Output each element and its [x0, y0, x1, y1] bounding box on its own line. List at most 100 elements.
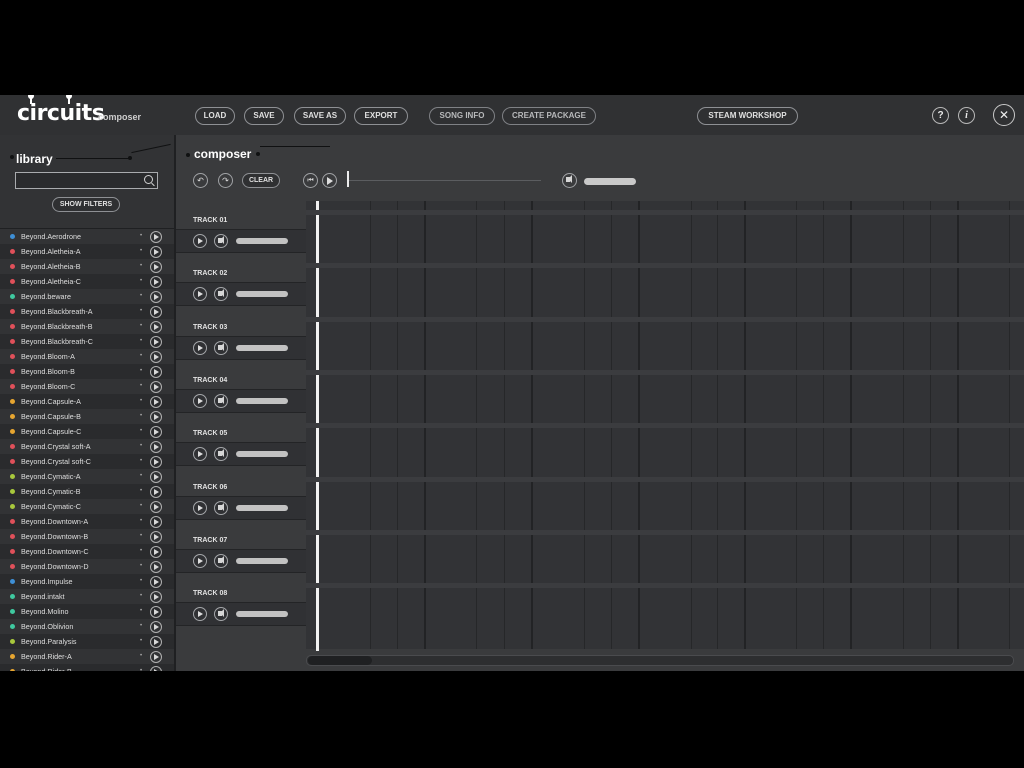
preview-play-icon[interactable] [150, 666, 162, 671]
add-to-track-icon[interactable]: • [140, 394, 142, 409]
save-button[interactable]: SAVE [244, 107, 284, 125]
library-item[interactable]: Beyond.Aerodrone • [0, 229, 174, 244]
library-list[interactable]: Beyond.Aerodrone • Beyond.Aletheia-A • Beyon… [0, 228, 174, 671]
preview-play-icon[interactable] [150, 231, 162, 243]
library-item[interactable]: Beyond.Capsule-B • [0, 409, 174, 424]
preview-play-icon[interactable] [150, 576, 162, 588]
track-volume-slider[interactable] [236, 451, 288, 458]
add-to-track-icon[interactable]: • [140, 409, 142, 424]
song-info-button[interactable]: SONG INFO [429, 107, 495, 125]
track-play-icon[interactable] [193, 393, 207, 408]
track-volume-slider[interactable] [236, 611, 288, 618]
track-mute-icon[interactable] [214, 287, 228, 302]
close-icon[interactable]: ✕ [993, 104, 1015, 126]
add-to-track-icon[interactable]: • [140, 469, 142, 484]
redo-icon[interactable]: ↷ [218, 173, 233, 188]
library-item[interactable]: Beyond.intakt • [0, 589, 174, 604]
undo-icon[interactable]: ↶ [193, 173, 208, 188]
preview-play-icon[interactable] [150, 456, 162, 468]
preview-play-icon[interactable] [150, 636, 162, 648]
library-item[interactable]: Beyond.Downtown-D • [0, 559, 174, 574]
scrollbar-thumb[interactable] [308, 656, 372, 665]
add-to-track-icon[interactable]: • [140, 604, 142, 619]
library-item[interactable]: Beyond.Rider-A • [0, 649, 174, 664]
preview-play-icon[interactable] [150, 561, 162, 573]
track-play-icon[interactable] [193, 553, 207, 568]
preview-play-icon[interactable] [150, 276, 162, 288]
preview-play-icon[interactable] [150, 306, 162, 318]
add-to-track-icon[interactable]: • [140, 619, 142, 634]
add-to-track-icon[interactable]: • [140, 334, 142, 349]
sequencer-grid[interactable] [306, 201, 1024, 651]
library-item[interactable]: Beyond.Oblivion • [0, 619, 174, 634]
library-item[interactable]: Beyond.Blackbreath-A • [0, 304, 174, 319]
show-filters-button[interactable]: SHOW FILTERS [52, 197, 120, 212]
preview-play-icon[interactable] [150, 426, 162, 438]
track-play-icon[interactable] [193, 500, 207, 515]
preview-play-icon[interactable] [150, 366, 162, 378]
preview-play-icon[interactable] [150, 591, 162, 603]
add-to-track-icon[interactable]: • [140, 589, 142, 604]
track-mute-icon[interactable] [214, 553, 228, 568]
library-item[interactable]: Beyond.Cymatic-A • [0, 469, 174, 484]
preview-play-icon[interactable] [150, 606, 162, 618]
library-item[interactable]: Beyond.Paralysis • [0, 634, 174, 649]
library-item[interactable]: Beyond.Downtown-B • [0, 529, 174, 544]
track-mute-icon[interactable] [214, 607, 228, 622]
library-search-input[interactable] [15, 172, 158, 189]
library-item[interactable]: Beyond.Downtown-A • [0, 514, 174, 529]
add-to-track-icon[interactable]: • [140, 664, 142, 671]
library-item[interactable]: Beyond.Aletheia-C • [0, 274, 174, 289]
track-mute-icon[interactable] [214, 447, 228, 462]
track-mute-icon[interactable] [214, 340, 228, 355]
preview-play-icon[interactable] [150, 351, 162, 363]
help-icon[interactable]: ? [932, 107, 949, 124]
info-icon[interactable]: i [958, 107, 975, 124]
add-to-track-icon[interactable]: • [140, 649, 142, 664]
track-play-icon[interactable] [193, 287, 207, 302]
add-to-track-icon[interactable]: • [140, 364, 142, 379]
track-mute-icon[interactable] [214, 500, 228, 515]
master-volume-icon[interactable] [562, 173, 577, 188]
track-volume-slider[interactable] [236, 291, 288, 298]
add-to-track-icon[interactable]: • [140, 439, 142, 454]
clear-button[interactable]: CLEAR [242, 173, 280, 188]
library-item[interactable]: Beyond.Bloom-A • [0, 349, 174, 364]
library-item[interactable]: Beyond.beware • [0, 289, 174, 304]
track-volume-slider[interactable] [236, 238, 288, 244]
add-to-track-icon[interactable]: • [140, 304, 142, 319]
preview-play-icon[interactable] [150, 531, 162, 543]
add-to-track-icon[interactable]: • [140, 424, 142, 439]
library-item[interactable]: Beyond.Bloom-B • [0, 364, 174, 379]
preview-play-icon[interactable] [150, 381, 162, 393]
library-item[interactable]: Beyond.Aletheia-B • [0, 259, 174, 274]
add-to-track-icon[interactable]: • [140, 634, 142, 649]
add-to-track-icon[interactable]: • [140, 259, 142, 274]
add-to-track-icon[interactable]: • [140, 319, 142, 334]
track-play-icon[interactable] [193, 234, 207, 248]
library-item[interactable]: Beyond.Cymatic-B • [0, 484, 174, 499]
add-to-track-icon[interactable]: • [140, 229, 142, 244]
save-as-button[interactable]: SAVE AS [294, 107, 346, 125]
track-play-icon[interactable] [193, 340, 207, 355]
search-icon[interactable] [144, 175, 153, 184]
steam-workshop-button[interactable]: STEAM WORKSHOP [697, 107, 798, 125]
library-item[interactable]: Beyond.Crystal soft-A • [0, 439, 174, 454]
add-to-track-icon[interactable]: • [140, 244, 142, 259]
library-item[interactable]: Beyond.Capsule-A • [0, 394, 174, 409]
timeline-cursor[interactable] [347, 171, 349, 187]
skip-to-start-icon[interactable]: ⏮ [303, 173, 318, 188]
library-item[interactable]: Beyond.Impulse • [0, 574, 174, 589]
add-to-track-icon[interactable]: • [140, 454, 142, 469]
track-mute-icon[interactable] [214, 234, 228, 248]
export-button[interactable]: EXPORT [354, 107, 408, 125]
library-item[interactable]: Beyond.Crystal soft-C • [0, 454, 174, 469]
track-play-icon[interactable] [193, 607, 207, 622]
preview-play-icon[interactable] [150, 291, 162, 303]
track-play-icon[interactable] [193, 447, 207, 462]
timeline-scrubber[interactable] [347, 180, 541, 181]
track-volume-slider[interactable] [236, 557, 288, 564]
add-to-track-icon[interactable]: • [140, 274, 142, 289]
add-to-track-icon[interactable]: • [140, 514, 142, 529]
track-volume-slider[interactable] [236, 397, 288, 404]
